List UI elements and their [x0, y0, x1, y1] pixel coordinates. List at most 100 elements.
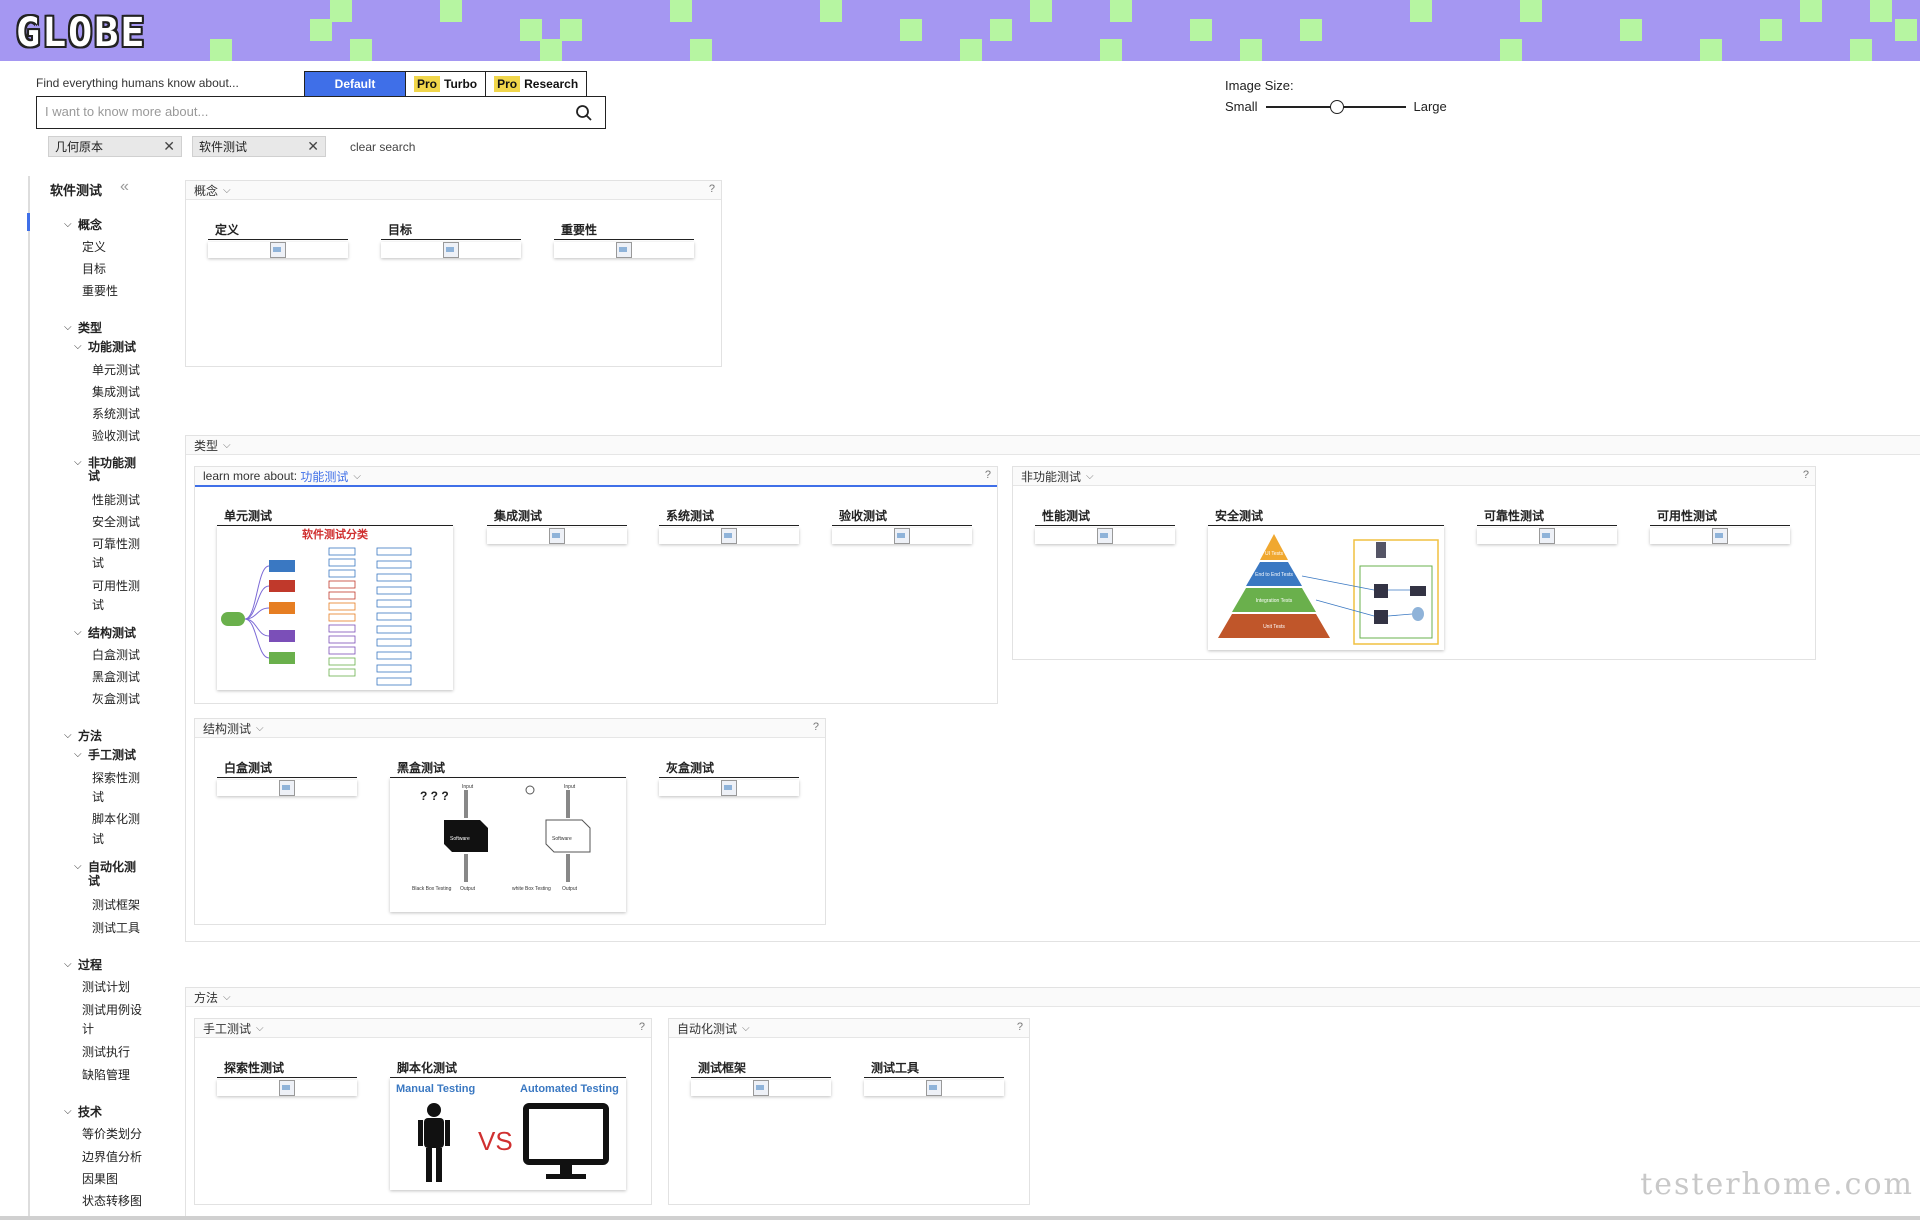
- sidebar-item[interactable]: 类型: [78, 321, 102, 335]
- panel-title[interactable]: 功能测试: [300, 468, 348, 485]
- sidebar-item[interactable]: 目标: [82, 262, 106, 276]
- nonfunctional-card[interactable]: 可靠性测试: [1477, 507, 1617, 546]
- automation-card[interactable]: 测试工具: [864, 1059, 1004, 1098]
- functional-card[interactable]: 单元测试 软件测试分类: [217, 507, 453, 690]
- collapse-icon[interactable]: «: [120, 178, 129, 196]
- sidebar-item[interactable]: 边界值分析: [82, 1150, 142, 1164]
- sidebar-item[interactable]: 测试框架: [92, 898, 140, 912]
- sidebar-item[interactable]: 试: [92, 832, 104, 846]
- chevron-down-icon[interactable]: ⌵: [64, 959, 72, 970]
- functional-card[interactable]: 验收测试: [832, 507, 972, 546]
- sidebar-item[interactable]: 缺陷管理: [82, 1068, 130, 1082]
- chevron-down-icon[interactable]: ⌵: [223, 185, 231, 196]
- functional-card[interactable]: 系统测试: [659, 507, 799, 546]
- mode-turbo-button[interactable]: Pro Turbo: [406, 72, 487, 96]
- chevron-down-icon[interactable]: ⌵: [74, 341, 82, 352]
- help-icon[interactable]: ?: [709, 183, 715, 195]
- horizontal-scrollbar[interactable]: [0, 1216, 1920, 1220]
- sidebar-item[interactable]: 过程: [78, 958, 102, 972]
- chevron-down-icon[interactable]: ⌵: [223, 992, 231, 1003]
- sidebar-item[interactable]: 白盒测试: [92, 648, 140, 662]
- sidebar-item[interactable]: 状态转移图: [82, 1194, 142, 1208]
- sidebar-item[interactable]: 测试工具: [92, 921, 140, 935]
- manual-card[interactable]: 探索性测试: [217, 1059, 357, 1098]
- help-icon[interactable]: ?: [813, 721, 819, 733]
- chevron-down-icon[interactable]: ⌵: [1086, 471, 1094, 482]
- mode-default-button[interactable]: Default: [305, 72, 406, 96]
- sidebar-item[interactable]: 结构测试: [88, 626, 136, 640]
- sidebar-item[interactable]: 功能测试: [88, 340, 136, 354]
- sidebar-item[interactable]: 可用性测: [92, 579, 140, 593]
- sidebar-item[interactable]: 方法: [78, 729, 102, 743]
- sidebar-item[interactable]: 验收测试: [92, 429, 140, 443]
- sidebar-item[interactable]: 测试计划: [82, 980, 130, 994]
- sidebar-item[interactable]: 试: [92, 598, 104, 612]
- sidebar-item[interactable]: 集成测试: [92, 385, 140, 399]
- chevron-down-icon[interactable]: ⌵: [64, 1106, 72, 1117]
- sidebar-item[interactable]: 可靠性测: [92, 537, 140, 551]
- sidebar-item[interactable]: 概念: [78, 218, 102, 232]
- slider-knob[interactable]: [1329, 99, 1344, 114]
- chevron-down-icon[interactable]: ⌵: [74, 861, 82, 872]
- panel-title[interactable]: 概念: [194, 182, 218, 199]
- sidebar-item[interactable]: 性能测试: [92, 493, 140, 507]
- help-icon[interactable]: ?: [639, 1021, 645, 1033]
- panel-title[interactable]: 方法: [194, 989, 218, 1006]
- image-size-slider[interactable]: [1265, 99, 1406, 114]
- sidebar-item[interactable]: 黑盒测试: [92, 670, 140, 684]
- structural-card[interactable]: 灰盒测试: [659, 759, 799, 798]
- nonfunctional-card[interactable]: 性能测试: [1035, 507, 1175, 546]
- sidebar-item[interactable]: 探索性测: [92, 771, 140, 785]
- panel-title[interactable]: 结构测试: [203, 720, 251, 737]
- globe-logo[interactable]: GLOBE: [16, 10, 146, 56]
- panel-title[interactable]: 手工测试: [203, 1020, 251, 1037]
- structural-card[interactable]: 白盒测试: [217, 759, 357, 798]
- automation-card[interactable]: 测试框架: [691, 1059, 831, 1098]
- manual-card[interactable]: 脚本化测试 Manual Testing Automated Testing V…: [390, 1059, 626, 1190]
- functional-card[interactable]: 集成测试: [487, 507, 627, 546]
- sidebar-item[interactable]: 试: [92, 556, 104, 570]
- sidebar-item[interactable]: 试: [88, 469, 100, 483]
- panel-title[interactable]: 类型: [194, 437, 218, 454]
- search-input[interactable]: [37, 97, 573, 126]
- concept-card[interactable]: 重要性: [554, 221, 694, 260]
- chevron-down-icon[interactable]: ⌵: [742, 1023, 750, 1034]
- chevron-down-icon[interactable]: ⌵: [74, 457, 82, 468]
- sidebar-item[interactable]: 计: [82, 1022, 94, 1036]
- sidebar-item[interactable]: 安全测试: [92, 515, 140, 529]
- chevron-down-icon[interactable]: ⌵: [256, 723, 264, 734]
- chevron-down-icon[interactable]: ⌵: [223, 440, 231, 451]
- chevron-down-icon[interactable]: ⌵: [353, 471, 361, 482]
- sidebar-item[interactable]: 因果图: [82, 1172, 118, 1186]
- sidebar-item[interactable]: 定义: [82, 240, 106, 254]
- panel-title[interactable]: 自动化测试: [677, 1020, 737, 1037]
- chevron-down-icon[interactable]: ⌵: [64, 730, 72, 741]
- sidebar-item[interactable]: 重要性: [82, 284, 118, 298]
- concept-card[interactable]: 定义: [208, 221, 348, 260]
- close-icon[interactable]: ✕: [163, 138, 175, 155]
- structural-card[interactable]: 黑盒测试 ? ? ? Software Input Output Black B…: [390, 759, 626, 912]
- panel-title[interactable]: 非功能测试: [1021, 468, 1081, 485]
- nonfunctional-card[interactable]: 安全测试 UI Tests End to End Tests Integrati…: [1208, 507, 1444, 650]
- sidebar-item[interactable]: 自动化测: [88, 860, 136, 874]
- sidebar-item[interactable]: 等价类划分: [82, 1127, 142, 1141]
- sidebar-item[interactable]: 测试执行: [82, 1045, 130, 1059]
- close-icon[interactable]: ✕: [307, 138, 319, 155]
- chevron-down-icon[interactable]: ⌵: [74, 749, 82, 760]
- clear-search-button[interactable]: clear search: [350, 140, 415, 154]
- nonfunctional-card[interactable]: 可用性测试: [1650, 507, 1790, 546]
- sidebar-item[interactable]: 系统测试: [92, 407, 140, 421]
- help-icon[interactable]: ?: [1017, 1021, 1023, 1033]
- chevron-down-icon[interactable]: ⌵: [64, 219, 72, 230]
- sidebar-item[interactable]: 非功能测: [88, 456, 136, 470]
- help-icon[interactable]: ?: [985, 469, 991, 481]
- mode-research-button[interactable]: Pro Research: [486, 72, 587, 96]
- search-icon[interactable]: [575, 104, 593, 122]
- sidebar-item[interactable]: 灰盒测试: [92, 692, 140, 706]
- chevron-down-icon[interactable]: ⌵: [74, 627, 82, 638]
- sidebar-item[interactable]: 单元测试: [92, 363, 140, 377]
- chevron-down-icon[interactable]: ⌵: [256, 1023, 264, 1034]
- help-icon[interactable]: ?: [1803, 469, 1809, 481]
- sidebar-item[interactable]: 手工测试: [88, 748, 136, 762]
- chevron-down-icon[interactable]: ⌵: [64, 322, 72, 333]
